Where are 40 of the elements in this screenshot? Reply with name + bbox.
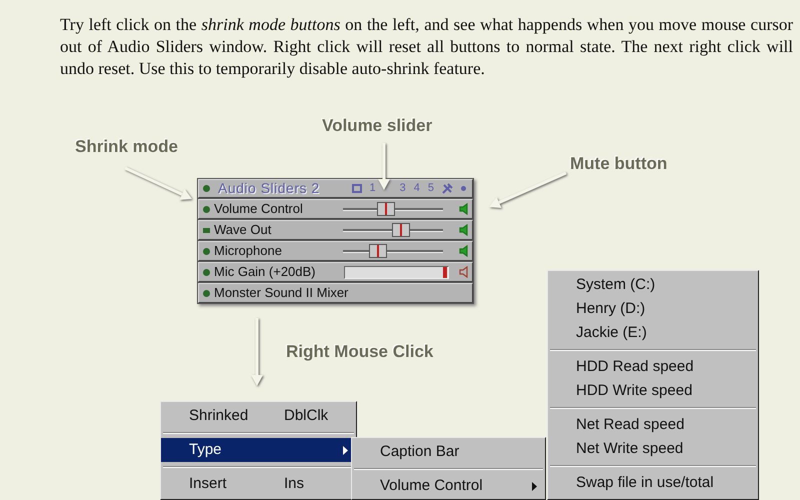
shrink-mode-button[interactable] bbox=[203, 206, 210, 212]
menu-item[interactable]: System (C:) bbox=[548, 273, 758, 297]
menu-item[interactable]: Jackie (E:) bbox=[548, 321, 758, 345]
menu-item[interactable]: Net Write speed bbox=[548, 437, 758, 461]
callout-label: Mute button bbox=[570, 153, 668, 175]
shrink-mode-button[interactable] bbox=[203, 290, 210, 296]
channel-name: Microphone bbox=[214, 242, 282, 260]
shrink-mode-button[interactable] bbox=[203, 268, 210, 276]
channel-name: Volume Control bbox=[214, 200, 303, 218]
callout-label: Volume slider bbox=[322, 115, 432, 137]
speaker-icon[interactable] bbox=[459, 266, 468, 278]
menu-item[interactable]: Swap file in use/total bbox=[548, 471, 758, 495]
led-icon[interactable] bbox=[203, 185, 210, 192]
channel-name: Monster Sound II Mixer bbox=[214, 284, 348, 302]
speaker-icon[interactable] bbox=[459, 224, 468, 236]
window-icon[interactable] bbox=[352, 184, 362, 193]
arrow bbox=[378, 143, 390, 190]
menu-item[interactable]: Henry (D:) bbox=[548, 297, 758, 321]
speaker-icon[interactable] bbox=[459, 203, 468, 215]
arrow bbox=[251, 318, 263, 386]
menu-item[interactable]: HDD Write speed bbox=[548, 379, 758, 403]
menu-item[interactable]: Net Read speed bbox=[548, 413, 758, 437]
menu-item[interactable]: Volume Control bbox=[352, 474, 545, 498]
slider-thumb[interactable] bbox=[369, 244, 388, 258]
tool-icon[interactable] bbox=[442, 183, 453, 194]
shrink-mode-button[interactable] bbox=[203, 228, 210, 232]
channel-name: Wave Out bbox=[214, 221, 272, 240]
slider-thumb[interactable] bbox=[392, 223, 410, 237]
channel-name: Mic Gain (+20dB) bbox=[214, 263, 316, 282]
shrink-mode-button[interactable] bbox=[203, 248, 210, 254]
intro-paragraph: Try left click on the shrink mode buttons on the left, and see what happends when you move mouse cursor out of Audio Sliders window. Right click will reset all buttons to normal state. The next right click will undo reset. Use this to temporarily disable auto-shrink feature. bbox=[60, 14, 793, 80]
menu-item[interactable]: HDD Read speed bbox=[548, 355, 758, 379]
menu-item[interactable]: Shrinked DblClk bbox=[161, 404, 356, 428]
arrow bbox=[124, 166, 192, 200]
callout-label: Shrink mode bbox=[75, 136, 178, 158]
slider-thumb[interactable] bbox=[377, 202, 396, 216]
gain-meter[interactable] bbox=[344, 266, 449, 278]
callout-label: Right Mouse Click bbox=[286, 341, 434, 363]
speaker-icon[interactable] bbox=[459, 245, 468, 257]
window-title: Audio Sliders 2 bbox=[218, 179, 320, 198]
